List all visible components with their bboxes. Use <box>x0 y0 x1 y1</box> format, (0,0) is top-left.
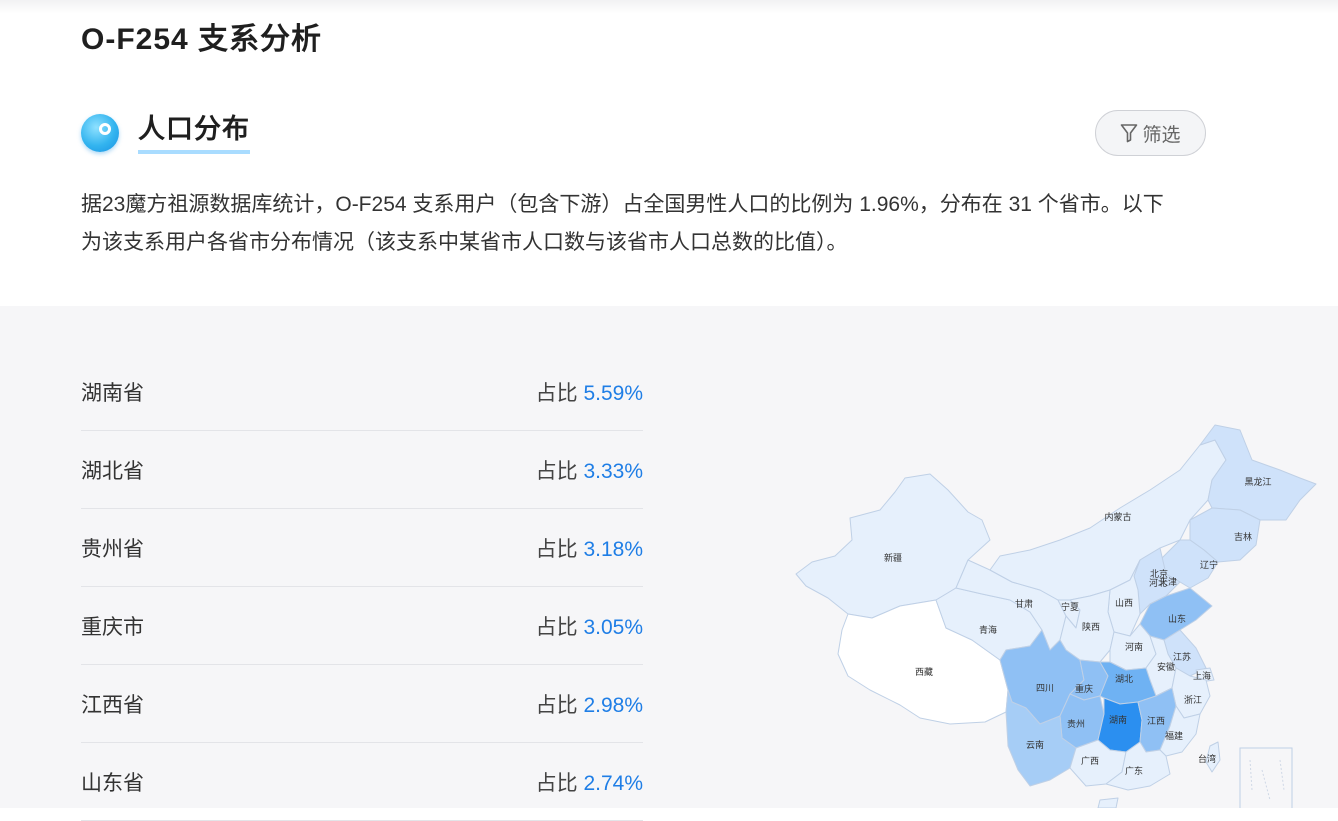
map-label: 安徽 <box>1157 661 1175 673</box>
ratio-value: 5.59% <box>583 381 643 405</box>
list-item: 贵州省 占比 3.18% <box>81 509 643 587</box>
map-label: 江苏 <box>1173 651 1191 663</box>
top-shadow <box>0 0 1338 14</box>
map-label: 黑龙江 <box>1244 476 1271 488</box>
province-ratio: 占比 2.74% <box>536 767 643 797</box>
map-label: 吉林 <box>1234 531 1252 543</box>
map-label: 湖南 <box>1109 714 1127 726</box>
list-item: 湖南省 占比 5.59% <box>81 353 643 431</box>
list-item: 山东省 占比 2.74% <box>81 743 643 821</box>
map-label: 西藏 <box>915 666 933 678</box>
section-location-icon <box>81 114 119 152</box>
province-ratio: 占比 2.98% <box>536 689 643 719</box>
province-name: 山东省 <box>81 771 144 795</box>
ratio-prefix: 占比 <box>535 693 578 717</box>
section-title: 人口分布 <box>138 112 250 154</box>
region-heilongjiang <box>1199 424 1317 521</box>
ratio-value: 3.18% <box>583 537 643 561</box>
map-label: 湖北 <box>1115 674 1133 685</box>
map-label: 台湾 <box>1198 753 1216 765</box>
province-name: 湖南省 <box>81 381 144 405</box>
province-list: 湖南省 占比 5.59% 湖北省 占比 3.33% 贵州省 占比 3.18% 重… <box>81 353 643 821</box>
list-item: 江西省 占比 2.98% <box>81 665 643 743</box>
description-text: 据23魔方祖源数据库统计，O-F254 支系用户（包含下游）占全国男性人口的比例… <box>81 193 1164 254</box>
ratio-value: 2.74% <box>583 771 643 795</box>
map-label: 广西 <box>1081 755 1099 767</box>
province-name: 贵州省 <box>81 537 144 561</box>
filter-label: 筛选 <box>1142 124 1181 146</box>
map-label: 辽宁 <box>1200 559 1218 571</box>
ratio-prefix: 占比 <box>535 771 578 795</box>
province-ratio: 占比 3.33% <box>536 455 643 485</box>
map-label: 四川 <box>1036 684 1054 694</box>
section-header: 人口分布 筛选 <box>81 110 1206 162</box>
map-label: 上海 <box>1193 670 1211 682</box>
map-label: 内蒙古 <box>1104 511 1131 523</box>
map-label: 宁夏 <box>1061 601 1079 613</box>
map-label: 江西 <box>1147 716 1165 727</box>
map-label: 贵州 <box>1067 718 1085 730</box>
province-name: 江西省 <box>81 693 144 717</box>
map-label: 云南 <box>1026 739 1044 751</box>
map-label: 浙江 <box>1184 694 1202 706</box>
south-china-sea-inset <box>1239 747 1293 808</box>
ratio-prefix: 占比 <box>535 537 578 561</box>
map-label: 山西 <box>1115 598 1133 609</box>
inset-islands <box>1249 759 1285 801</box>
map-label: 河南 <box>1125 641 1143 653</box>
china-distribution-map: 黑龙江 吉林 辽宁 内蒙古 北京 天津 河北 新疆 甘肃 宁夏 山西 山东 青海… <box>795 424 1317 808</box>
map-label: 重庆 <box>1075 683 1093 695</box>
ratio-prefix: 占比 <box>535 381 578 405</box>
ratio-prefix: 占比 <box>535 615 578 639</box>
map-label: 广东 <box>1125 765 1143 777</box>
map-label: 河北 <box>1149 577 1167 589</box>
map-label: 山东 <box>1168 613 1186 625</box>
province-ratio: 占比 5.59% <box>536 377 643 407</box>
ratio-value: 2.98% <box>583 693 643 717</box>
ratio-value: 3.33% <box>583 459 643 483</box>
province-ratio: 占比 3.05% <box>536 611 643 641</box>
map-label: 新疆 <box>884 552 902 564</box>
map-label: 青海 <box>979 624 997 636</box>
list-item: 重庆市 占比 3.05% <box>81 587 643 665</box>
ratio-value: 3.05% <box>583 615 643 639</box>
ratio-prefix: 占比 <box>535 459 578 483</box>
region-hainan <box>1097 797 1119 808</box>
filter-button[interactable]: 筛选 <box>1095 110 1206 156</box>
map-label: 福建 <box>1165 730 1183 742</box>
province-name: 湖北省 <box>81 459 144 483</box>
map-label: 甘肃 <box>1015 598 1033 610</box>
province-name: 重庆市 <box>81 615 144 639</box>
filter-icon <box>1121 124 1138 143</box>
page-title: O-F254 支系分析 <box>81 23 323 56</box>
province-ratio: 占比 3.18% <box>536 533 643 563</box>
map-label: 陕西 <box>1082 621 1100 633</box>
list-item: 湖北省 占比 3.33% <box>81 431 643 509</box>
